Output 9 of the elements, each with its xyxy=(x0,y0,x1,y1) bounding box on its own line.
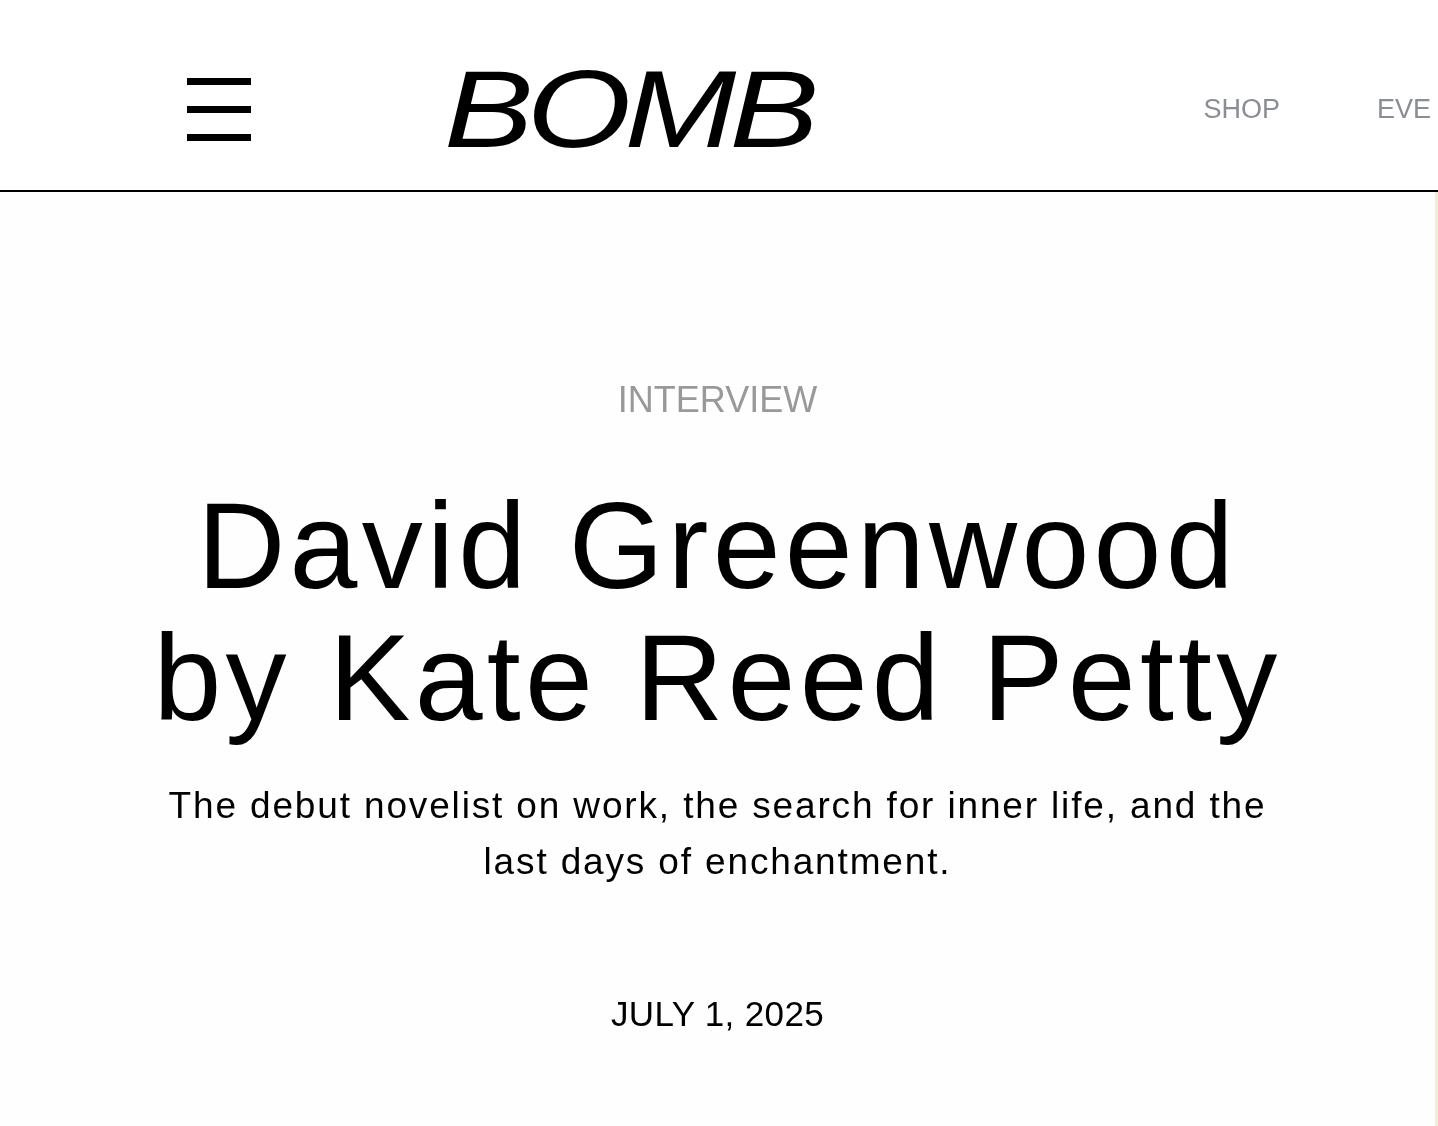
article-title: David Greenwood by Kate Reed Petty xyxy=(152,480,1283,748)
article-subtitle: The debut novelist on work, the search for inner life, and the last days of enchantment. xyxy=(167,784,1268,884)
menu-button[interactable] xyxy=(187,77,251,141)
menu-icon xyxy=(187,77,251,141)
nav-link[interactable]: EVE xyxy=(1376,93,1431,125)
nav-link[interactable]: SHOP xyxy=(1203,93,1280,125)
logo[interactable]: BOMB xyxy=(444,67,813,151)
publish-date: JULY 1, 2025 xyxy=(610,994,825,1034)
category-label: INTERVIEW xyxy=(617,378,818,422)
